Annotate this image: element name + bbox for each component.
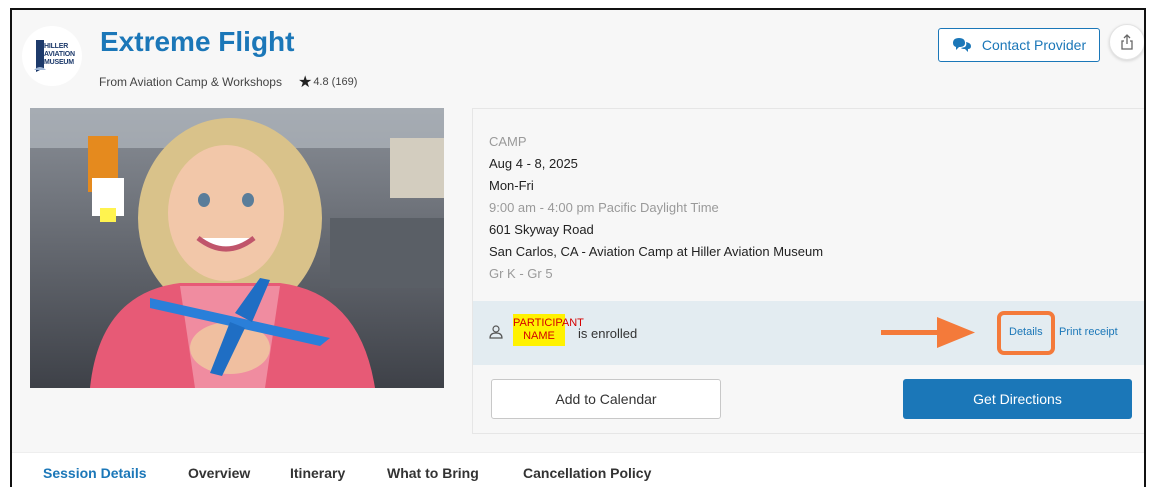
tab-cancellation-policy[interactable]: Cancellation Policy (523, 465, 651, 481)
page-frame: HILLER AVIATION MUSEUM Extreme Flight Fr… (10, 8, 1146, 487)
session-dates: Aug 4 - 8, 2025 (489, 156, 578, 171)
provider-link[interactable]: From Aviation Camp & Workshops (99, 75, 282, 89)
tab-what-to-bring[interactable]: What to Bring (387, 465, 479, 481)
add-to-calendar-button[interactable]: Add to Calendar (491, 379, 721, 419)
details-link[interactable]: Details (1009, 326, 1043, 338)
rating-count: (169) (331, 76, 358, 88)
tab-itinerary[interactable]: Itinerary (290, 465, 345, 481)
star-icon: ★ (297, 74, 313, 91)
session-category: CAMP (489, 134, 527, 149)
tab-session-details[interactable]: Session Details (43, 465, 147, 481)
session-street: 601 Skyway Road (489, 222, 594, 237)
session-grades: Gr K - Gr 5 (489, 266, 553, 281)
enrollment-bar: PARTICIPANT NAME is enrolled Details Pri… (473, 301, 1144, 365)
session-info: CAMP Aug 4 - 8, 2025 Mon-Fri 9:00 am - 4… (489, 131, 823, 285)
rating[interactable]: ★ 4.8 (169) (298, 72, 357, 92)
person-icon (489, 325, 503, 339)
get-directions-button[interactable]: Get Directions (903, 379, 1132, 419)
session-location: San Carlos, CA - Aviation Camp at Hiller… (489, 244, 824, 259)
camp-photo (30, 108, 444, 388)
contact-provider-label: Contact Provider (981, 37, 1087, 53)
arrow-right-icon (881, 317, 975, 348)
provider-line: From Aviation Camp & Workshops ★ 4.8 (16… (99, 72, 357, 92)
page-title: Extreme Flight (100, 26, 295, 57)
provider-logo[interactable]: HILLER AVIATION MUSEUM (22, 26, 82, 86)
tab-overview[interactable]: Overview (188, 465, 250, 481)
share-button[interactable] (1109, 24, 1144, 60)
session-card: CAMP Aug 4 - 8, 2025 Mon-Fri 9:00 am - 4… (472, 108, 1144, 434)
print-receipt-link[interactable]: Print receipt (1059, 326, 1118, 338)
tab-bar: Session Details Overview Itinerary What … (12, 452, 1144, 487)
participant-name: PARTICIPANT NAME (513, 314, 584, 346)
session-time: 9:00 am - 4:00 pm Pacific Daylight Time (489, 200, 719, 215)
rating-score: 4.8 (313, 76, 329, 88)
enrollment-status: is enrolled (578, 326, 638, 341)
contact-provider-button[interactable]: Contact Provider (938, 28, 1100, 62)
session-days: Mon-Fri (489, 178, 534, 193)
logo-text: HILLER AVIATION MUSEUM (44, 43, 75, 66)
chat-icon (952, 37, 972, 53)
share-icon (1121, 34, 1133, 50)
